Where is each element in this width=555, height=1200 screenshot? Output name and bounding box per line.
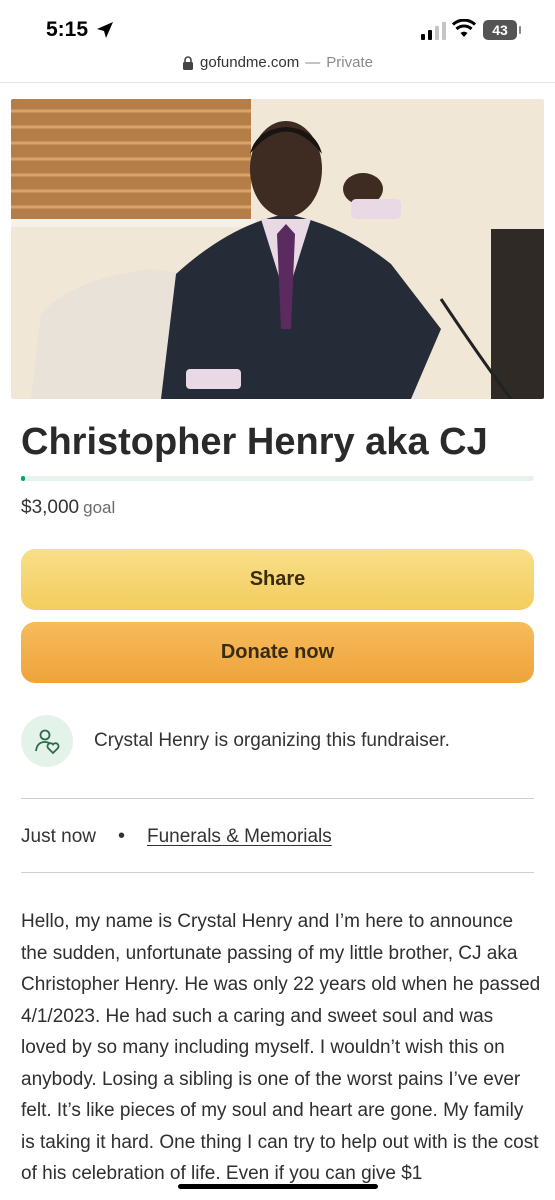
wifi-icon xyxy=(452,19,476,37)
divider xyxy=(21,872,534,873)
share-button[interactable]: Share xyxy=(21,549,534,610)
url-domain: gofundme.com xyxy=(200,54,300,71)
lock-icon xyxy=(183,55,194,70)
campaign-photo-illustration xyxy=(11,99,544,399)
organizer-heart-icon xyxy=(21,715,73,767)
goal-label: goal xyxy=(83,498,116,517)
signal-icon xyxy=(421,22,446,40)
donate-now-button[interactable]: Donate now xyxy=(21,622,534,683)
campaign-story: Hello, my name is Crystal Henry and I’m … xyxy=(21,911,541,1184)
url-bar[interactable]: gofundme.com — Private xyxy=(0,50,555,83)
home-indicator[interactable] xyxy=(178,1184,378,1189)
url-separator: — xyxy=(305,54,321,71)
campaign-title: Christopher Henry aka CJ xyxy=(21,421,488,463)
posted-time: Just now xyxy=(21,825,96,847)
goal-value: $3,000 xyxy=(21,497,80,518)
battery-icon: 43 xyxy=(483,20,521,40)
goal-amount: $3,000 goal xyxy=(21,497,115,519)
progress-fill xyxy=(21,476,26,481)
status-bar: 5:15 43 xyxy=(0,0,555,52)
organizer-text: Crystal Henry is organizing this fundrai… xyxy=(94,730,450,751)
progress-bar xyxy=(21,476,534,481)
meta-separator: • xyxy=(117,825,125,847)
private-mode-label: Private xyxy=(326,54,373,71)
divider xyxy=(21,798,534,799)
category-link[interactable]: Funerals & Memorials xyxy=(147,826,332,848)
status-time: 5:15 xyxy=(46,18,89,41)
campaign-photo[interactable] xyxy=(11,99,544,399)
location-arrow-icon xyxy=(97,22,113,38)
organizer-row: Crystal Henry is organizing this fundrai… xyxy=(21,715,450,767)
campaign-meta: Just now • Funerals & Memorials xyxy=(21,825,332,848)
